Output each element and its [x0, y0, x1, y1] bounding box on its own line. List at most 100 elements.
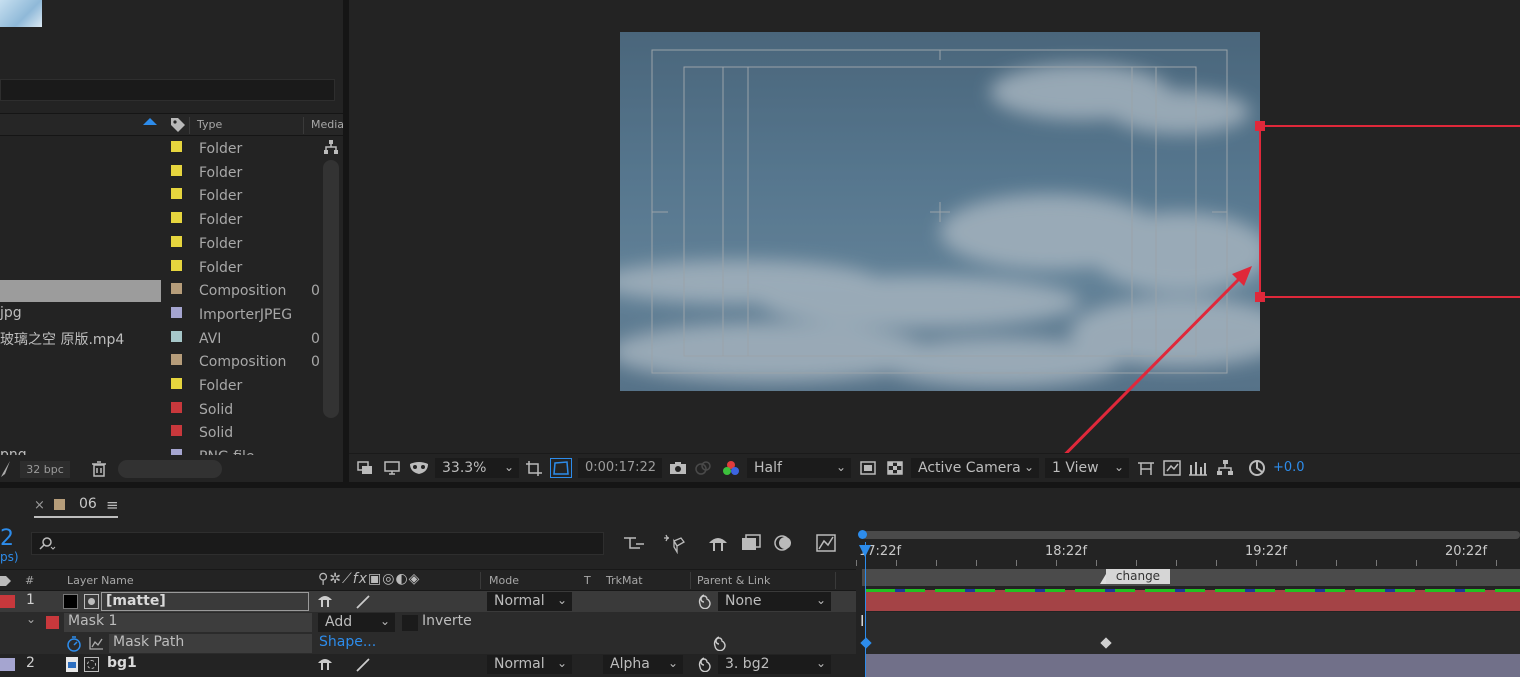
- layer-row-matte[interactable]: 1 [matte] Normal ⌄ None ⌄: [0, 591, 856, 612]
- channel-rgb-icon[interactable]: [722, 459, 740, 477]
- mask-path-row[interactable]: Mask Path Shape...: [0, 633, 856, 654]
- comp-mini-flowchart-icon[interactable]: [622, 534, 646, 554]
- work-area-start[interactable]: [858, 530, 867, 539]
- column-media[interactable]: Media: [311, 118, 344, 131]
- label-column-icon[interactable]: [0, 574, 12, 588]
- label-color-swatch[interactable]: [171, 212, 182, 224]
- parent-dropdown[interactable]: 3. bg2 ⌄: [718, 655, 831, 674]
- hide-shy-layers-icon[interactable]: [706, 533, 730, 553]
- mask-path-value[interactable]: Shape...: [319, 634, 376, 650]
- pickwhip-icon[interactable]: [697, 594, 712, 610]
- blend-mode-dropdown[interactable]: Normal ⌄: [487, 655, 572, 674]
- inverted-checkbox[interactable]: [402, 615, 418, 631]
- project-row[interactable]: Folder: [0, 184, 321, 207]
- label-color-swatch[interactable]: [171, 330, 182, 342]
- bg1-layer-bar[interactable]: [865, 654, 1520, 677]
- always-preview-icon[interactable]: [356, 460, 374, 476]
- comp-marker-label[interactable]: change: [1106, 569, 1170, 584]
- exposure-value[interactable]: +0.0: [1273, 460, 1305, 475]
- label-tag-icon[interactable]: [169, 116, 187, 134]
- project-row[interactable]: Folder: [0, 161, 321, 184]
- zoom-dropdown[interactable]: 33.3% ⌄: [435, 458, 519, 478]
- project-row[interactable]: jpg ImporterJPEG: [0, 303, 321, 326]
- motion-blur-icon[interactable]: [772, 533, 794, 553]
- pickwhip-icon[interactable]: [712, 636, 727, 652]
- label-color-swatch[interactable]: [171, 425, 182, 437]
- layer-label-swatch[interactable]: [0, 595, 15, 608]
- current-time-indicator[interactable]: [865, 542, 866, 677]
- bit-depth-button[interactable]: 32 bpc: [20, 461, 70, 478]
- project-row[interactable]: Composition 0: [0, 350, 321, 373]
- column-layer-name[interactable]: Layer Name: [67, 574, 134, 587]
- switches-header-icons[interactable]: ⚲✲⟋fx▣◎◐◈: [318, 571, 420, 587]
- layer-name[interactable]: bg1: [107, 655, 137, 671]
- column-mode[interactable]: Mode: [489, 574, 519, 587]
- transparency-grid-icon[interactable]: [550, 458, 572, 478]
- stopwatch-icon[interactable]: [66, 635, 82, 652]
- toggle-transparency-grid-icon[interactable]: [886, 460, 904, 476]
- label-color-swatch[interactable]: [171, 188, 182, 200]
- project-row[interactable]: Folder: [0, 232, 321, 255]
- pickwhip-icon[interactable]: [697, 657, 712, 673]
- project-row[interactable]: Folder: [0, 137, 321, 160]
- expand-chevron-icon[interactable]: ⌄: [26, 612, 36, 626]
- label-color-swatch[interactable]: [171, 141, 182, 152]
- pixel-aspect-icon[interactable]: [1136, 459, 1156, 477]
- layer-label-swatch[interactable]: [0, 658, 15, 671]
- column-type[interactable]: Type: [197, 118, 222, 131]
- project-row[interactable]: Solid: [0, 421, 321, 444]
- tab-menu-icon[interactable]: ≡: [106, 496, 119, 514]
- resolution-dropdown[interactable]: Half ⌄: [747, 458, 851, 478]
- label-color-swatch[interactable]: [171, 354, 182, 366]
- label-color-swatch[interactable]: [171, 259, 182, 271]
- show-snapshot-icon[interactable]: [694, 460, 712, 476]
- view-layout-dropdown[interactable]: 1 View ⌄: [1045, 458, 1129, 478]
- project-row[interactable]: Composition 0: [0, 279, 321, 303]
- graph-editor-icon[interactable]: [815, 532, 837, 554]
- label-color-swatch[interactable]: [171, 378, 182, 389]
- brush-icon[interactable]: [0, 460, 12, 478]
- sort-ascending-icon[interactable]: [143, 118, 157, 125]
- camera-snapshot-icon[interactable]: [668, 460, 688, 476]
- work-area-bar[interactable]: [862, 531, 1520, 539]
- mask-color-swatch[interactable]: [46, 616, 59, 629]
- timeline-icon[interactable]: [1162, 459, 1182, 477]
- project-scrollbar[interactable]: [323, 160, 339, 418]
- mask-mode-dropdown[interactable]: Add ⌄: [318, 613, 395, 632]
- label-color-swatch[interactable]: [171, 401, 182, 413]
- label-color-swatch[interactable]: [171, 235, 182, 247]
- time-graph[interactable]: 17:22f 18:22f 19:22f 20:22f change I: [856, 526, 1520, 677]
- timecode-display[interactable]: 0:00:17:22: [578, 458, 662, 478]
- matte-layer-bar[interactable]: [865, 590, 1520, 611]
- reset-exposure-icon[interactable]: [1248, 459, 1266, 477]
- composition-frame[interactable]: [620, 32, 1260, 391]
- region-of-interest-icon[interactable]: [524, 459, 544, 477]
- shy-switch-icon[interactable]: [317, 657, 333, 671]
- project-row[interactable]: Solid: [0, 398, 321, 421]
- label-color-swatch[interactable]: [171, 283, 182, 295]
- track-matte-dropdown[interactable]: Alpha ⌄: [603, 655, 683, 674]
- project-row[interactable]: 玻璃之空 原版.mp4 AVI 0: [0, 327, 321, 350]
- playhead-handle[interactable]: [859, 545, 871, 557]
- project-row[interactable]: Folder: [0, 374, 321, 397]
- close-tab-icon[interactable]: ×: [34, 498, 45, 513]
- parent-dropdown[interactable]: None ⌄: [718, 592, 831, 611]
- project-search-input[interactable]: [0, 79, 335, 101]
- project-row[interactable]: png PNG file: [0, 445, 321, 455]
- column-trkmat[interactable]: TrkMat: [606, 574, 643, 587]
- label-color-swatch[interactable]: [171, 164, 182, 176]
- blend-mode-dropdown[interactable]: Normal ⌄: [487, 592, 572, 611]
- fast-previews-icon[interactable]: [859, 460, 877, 476]
- mask-row[interactable]: ⌄ Mask 1 Add ⌄ Inverte: [0, 612, 856, 633]
- quality-switch-icon[interactable]: [355, 657, 371, 673]
- column-t[interactable]: T: [584, 574, 591, 587]
- quality-switch-icon[interactable]: [355, 594, 371, 610]
- layer-row-bg1[interactable]: 2 bg1 Normal ⌄ Alpha ⌄ 3. bg2 ⌄: [0, 654, 856, 677]
- layer-search-input[interactable]: [31, 532, 604, 555]
- layer-name-field[interactable]: [matte]: [101, 592, 309, 611]
- column-parent[interactable]: Parent & Link: [697, 574, 770, 587]
- project-row[interactable]: Folder: [0, 256, 321, 279]
- label-color-swatch[interactable]: [171, 449, 182, 455]
- mask-visibility-icon[interactable]: [408, 460, 430, 476]
- project-horizontal-scrollbar[interactable]: [118, 460, 222, 478]
